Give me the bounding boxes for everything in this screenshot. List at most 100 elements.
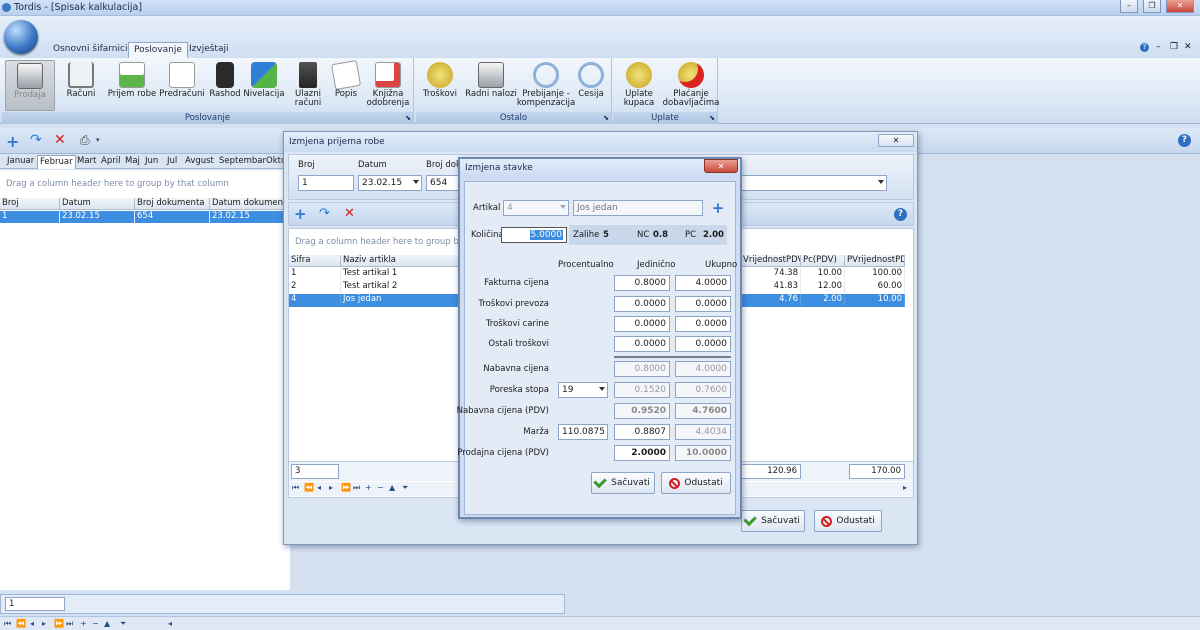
column-header-vrijednost-pdv[interactable]: VrijednostPDV <box>741 255 801 267</box>
add-artikal-button[interactable]: + <box>709 199 727 217</box>
delete-record-icon[interactable]: − <box>92 619 99 628</box>
application-orb-button[interactable] <box>4 20 38 54</box>
edit-icon[interactable]: ▲ <box>104 619 110 628</box>
append-icon[interactable]: + <box>80 619 87 628</box>
table-row[interactable]: 1 23.02.15 654 23.02.15 <box>0 211 290 223</box>
poreska-stopa-select[interactable]: 19 <box>558 382 608 398</box>
tab-februar[interactable]: Februar <box>37 155 76 169</box>
tab-poslovanje[interactable]: Poslovanje <box>128 42 188 58</box>
delete-record-icon[interactable]: − <box>377 483 384 492</box>
add-icon[interactable]: + <box>294 205 307 223</box>
minimize-button[interactable]: – <box>1120 0 1138 13</box>
marza-procenat-input[interactable]: 110.0875 <box>558 424 608 440</box>
next-icon[interactable]: ▸ <box>329 483 333 492</box>
cancel-button[interactable]: Odustati <box>814 510 882 532</box>
first-page-icon[interactable]: ⏮ <box>292 483 299 493</box>
rashod-button[interactable]: Rashod <box>207 60 243 111</box>
prevoz-ukupno-input[interactable]: 0.0000 <box>675 296 731 312</box>
ribbon-minimize-icon[interactable]: – <box>1156 42 1161 52</box>
ribbon-close-icon[interactable]: ✕ <box>1184 42 1192 52</box>
tab-jul[interactable]: Jul <box>165 155 179 169</box>
dialog-launcher-icon[interactable]: ⬊ <box>709 114 715 122</box>
fakturna-jedinicno-input[interactable]: 0.8000 <box>614 275 670 291</box>
refresh-icon[interactable]: ↷ <box>30 132 42 148</box>
dialog-launcher-icon[interactable]: ⬊ <box>603 114 609 122</box>
save-button[interactable]: Sačuvati <box>741 510 805 532</box>
last-page-icon[interactable]: ⏭ <box>66 619 73 629</box>
close-button[interactable]: ✕ <box>1166 0 1194 13</box>
dialog-launcher-icon[interactable]: ⬊ <box>405 114 411 122</box>
delete-icon[interactable]: ✕ <box>54 132 66 148</box>
prev-page-icon[interactable]: ⏪ <box>304 483 314 492</box>
scroll-left-icon[interactable]: ◂ <box>168 619 172 628</box>
tab-januar[interactable]: Januar <box>5 155 36 169</box>
uplate-kupaca-button[interactable]: Uplate kupaca <box>615 60 663 111</box>
dialog-close-button[interactable]: ✕ <box>704 159 738 173</box>
filter-icon[interactable]: ⏷ <box>120 619 126 629</box>
prodajna-jedinicno-input[interactable]: 2.0000 <box>614 445 670 461</box>
tab-avgust[interactable]: Avgust <box>183 155 216 169</box>
prev-page-icon[interactable]: ⏪ <box>16 619 26 628</box>
next-icon[interactable]: ▸ <box>42 619 46 628</box>
ribbon-restore-icon[interactable]: ❐ <box>1170 42 1178 52</box>
append-icon[interactable]: + <box>365 483 372 492</box>
save-button[interactable]: Sačuvati <box>591 472 655 494</box>
tab-septembar[interactable]: Septembar <box>217 155 268 169</box>
partner-select[interactable] <box>737 175 887 191</box>
column-header-pc-pdv[interactable]: Pc(PDV) <box>801 255 845 267</box>
next-page-icon[interactable]: ⏩ <box>54 619 64 628</box>
tab-osnovni-sifarnici[interactable]: Osnovni šifarnici <box>48 42 132 58</box>
prev-icon[interactable]: ◂ <box>30 619 34 628</box>
next-page-icon[interactable]: ⏩ <box>341 483 351 492</box>
add-icon[interactable]: + <box>6 132 19 151</box>
artikal-code-select[interactable]: 4 <box>503 200 569 216</box>
refresh-icon[interactable]: ↷ <box>319 206 330 221</box>
prebijanje-kompenzacija-button[interactable]: Prebijanje - kompenzacija <box>517 60 575 111</box>
radni-nalozi-button[interactable]: Radni nalozi <box>464 60 518 111</box>
kolicina-input[interactable]: 5.0000 <box>501 227 567 243</box>
print-icon[interactable]: ⎙ <box>80 133 90 148</box>
tab-izvjestaji[interactable]: Izvještaji <box>184 42 233 58</box>
column-header-pvrijednost-pdv[interactable]: PVrijednostPDV <box>845 255 905 267</box>
predracuni-button[interactable]: Predračuni <box>159 60 205 111</box>
marza-jedinicno-input[interactable]: 0.8807 <box>614 424 670 440</box>
delete-icon[interactable]: ✕ <box>344 206 355 221</box>
tab-maj[interactable]: Maj <box>123 155 142 169</box>
troskovi-button[interactable]: Troškovi <box>418 60 462 111</box>
help-icon[interactable]: ? <box>894 208 907 221</box>
ostali-jedinicno-input[interactable]: 0.0000 <box>614 336 670 352</box>
edit-icon[interactable]: ▲ <box>389 483 395 492</box>
racuni-button[interactable]: Računi <box>59 60 103 111</box>
dialog-close-button[interactable]: ✕ <box>878 134 914 147</box>
print-dropdown-icon[interactable]: ▾ <box>96 136 100 144</box>
help-icon[interactable]: ? <box>1140 43 1149 52</box>
column-header-naziv-artikla[interactable]: Naziv artikla <box>341 255 461 267</box>
column-header-sifra[interactable]: Šifra <box>289 255 341 267</box>
column-header-broj[interactable]: Broj <box>0 198 60 210</box>
tab-april[interactable]: April <box>99 155 122 169</box>
prev-icon[interactable]: ◂ <box>317 483 321 492</box>
prodaja-button[interactable]: Prodaja <box>5 60 55 111</box>
column-header-broj-dokumenta[interactable]: Broj dokumenta <box>135 198 210 210</box>
tab-mart[interactable]: Mart <box>75 155 98 169</box>
nivelacija-button[interactable]: Nivelacija <box>242 60 286 111</box>
help-icon[interactable]: ? <box>1178 134 1191 147</box>
placanje-dobavljacima-button[interactable]: Plaćanje dobavljačima <box>663 60 719 111</box>
filter-icon[interactable]: ⏷ <box>402 483 408 493</box>
ulazni-racuni-button[interactable]: Ulazni računi <box>288 60 328 111</box>
prevoz-jedinicno-input[interactable]: 0.0000 <box>614 296 670 312</box>
fakturna-ukupno-input[interactable]: 4.0000 <box>675 275 731 291</box>
carine-ukupno-input[interactable]: 0.0000 <box>675 316 731 332</box>
popis-button[interactable]: Popis <box>330 59 362 111</box>
broj-input[interactable]: 1 <box>298 175 354 191</box>
knjizna-odobrenja-button[interactable]: Knjižna odobrenja <box>364 60 412 111</box>
maximize-button[interactable]: ❐ <box>1143 0 1161 13</box>
carine-jedinicno-input[interactable]: 0.0000 <box>614 316 670 332</box>
column-header-datum[interactable]: Datum <box>60 198 135 210</box>
column-header-datum-dokumenta[interactable]: Datum dokumenta <box>210 198 290 210</box>
datum-picker[interactable]: 23.02.15 <box>358 175 422 191</box>
scroll-right-icon[interactable]: ▸ <box>903 483 907 492</box>
last-page-icon[interactable]: ⏭ <box>353 483 360 493</box>
cesija-button[interactable]: Cesija <box>574 60 608 111</box>
prijem-robe-button[interactable]: Prijem robe <box>107 60 157 111</box>
